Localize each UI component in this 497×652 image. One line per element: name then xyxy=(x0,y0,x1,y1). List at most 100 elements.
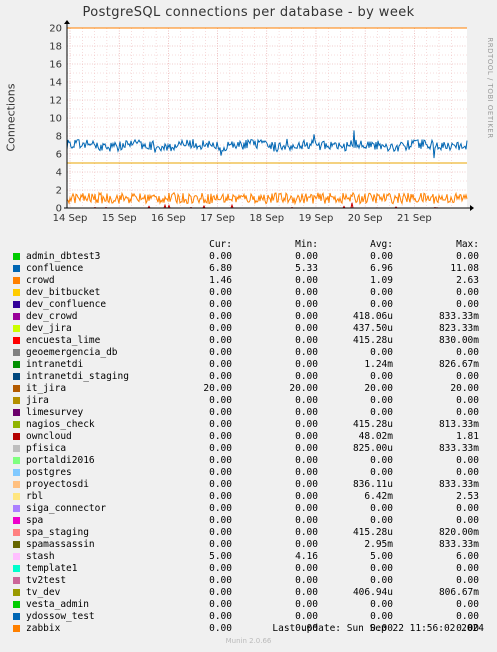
y-tick-label: 12 xyxy=(49,96,62,107)
legend-item: spa 0.00 0.00 0.00 0.00 xyxy=(13,515,488,527)
legend-avg: 2.95m xyxy=(364,539,393,550)
legend-cur: 0.00 xyxy=(209,539,232,550)
legend-min: 0.00 xyxy=(295,491,318,502)
legend-avg: 5.00 xyxy=(370,551,393,562)
legend-cur: 0.00 xyxy=(209,575,232,586)
y-tick-label: 18 xyxy=(49,42,62,53)
legend-cur: 0.00 xyxy=(209,335,232,346)
legend-swatch xyxy=(13,493,20,500)
legend-cur: 0.00 xyxy=(209,467,232,478)
legend-item: owncloud 0.00 0.00 48.02m 1.81 xyxy=(13,431,488,443)
legend-cur: 0.00 xyxy=(209,287,232,298)
legend-max: 833.33m xyxy=(438,539,479,550)
legend-cur: 0.00 xyxy=(209,623,232,634)
legend-cur: 6.80 xyxy=(209,263,232,274)
legend-min: 0.00 xyxy=(295,503,318,514)
legend-min: 0.00 xyxy=(295,527,318,538)
legend-cur: 0.00 xyxy=(209,443,232,454)
legend-cur: 0.00 xyxy=(209,479,232,490)
chart-area: 02468101214161820 14 Sep 15 Sep 16 Sep 17 S… xyxy=(49,20,474,224)
legend-item: jira 0.00 0.00 0.00 0.00 xyxy=(13,395,488,407)
legend-avg: 20.00 xyxy=(364,383,393,394)
legend-min: 0.00 xyxy=(295,323,318,334)
legend-max: 823.33m xyxy=(438,323,479,334)
legend-rows: admin_dbtest3 0.00 0.00 0.00 0.00 confluence 6… xyxy=(13,251,488,635)
legend-swatch xyxy=(13,265,20,272)
legend-max: 0.00 xyxy=(456,371,479,382)
legend-item: intranetdi 0.00 0.00 1.24m 826.67m xyxy=(13,359,488,371)
legend-name: tv2test xyxy=(26,575,67,586)
x-tick-label: 16 Sep xyxy=(151,213,186,224)
legend-avg: 0.00 xyxy=(370,455,393,466)
legend-item: dev_bitbucket 0.00 0.00 0.00 0.00 xyxy=(13,287,488,299)
legend-avg: 0.00 xyxy=(370,395,393,406)
legend-max: 830.00m xyxy=(438,335,479,346)
legend-avg: 836.11u xyxy=(352,479,393,490)
x-tick-label: 15 Sep xyxy=(102,213,137,224)
legend-max: 833.33m xyxy=(438,311,479,322)
legend-max: 6.00 xyxy=(456,551,479,562)
legend-name: zabbix xyxy=(26,623,61,634)
legend-min: 0.00 xyxy=(295,539,318,550)
x-tick-label: 17 Sep xyxy=(200,213,235,224)
legend-item: template1 0.00 0.00 0.00 0.00 xyxy=(13,563,488,575)
legend-cur: 0.00 xyxy=(209,599,232,610)
legend-header: Cur: Min: Avg: Max: xyxy=(13,239,488,251)
y-tick-label: 20 xyxy=(49,24,62,35)
legend-swatch xyxy=(13,325,20,332)
legend-avg: 415.28u xyxy=(352,527,393,538)
legend-swatch xyxy=(13,349,20,356)
legend-avg: 0.00 xyxy=(370,575,393,586)
y-tick-labels: 02468101214161820 xyxy=(49,24,62,215)
legend-cur: 0.00 xyxy=(209,323,232,334)
legend-min: 0.00 xyxy=(295,275,318,286)
legend-swatch xyxy=(13,625,20,632)
legend-item: rbl 0.00 0.00 6.42m 2.53 xyxy=(13,491,488,503)
legend-min: 0.00 xyxy=(295,587,318,598)
legend: Cur: Min: Avg: Max: admin_dbtest3 0.00 0.0… xyxy=(13,239,488,635)
legend-cur: 0.00 xyxy=(209,395,232,406)
legend-swatch xyxy=(13,301,20,308)
legend-min: 0.00 xyxy=(295,287,318,298)
legend-cur: 0.00 xyxy=(209,431,232,442)
legend-max: 833.33m xyxy=(438,443,479,454)
legend-cur: 0.00 xyxy=(209,251,232,262)
legend-swatch xyxy=(13,457,20,464)
legend-item: spa_staging 0.00 0.00 415.28u 820.00m xyxy=(13,527,488,539)
legend-name: stash xyxy=(26,551,55,562)
legend-avg: 0.00 xyxy=(370,611,393,622)
legend-name: intranetdi xyxy=(26,359,84,370)
x-tick-label: 14 Sep xyxy=(53,213,88,224)
legend-swatch xyxy=(13,373,20,380)
legend-min: 0.00 xyxy=(295,443,318,454)
legend-item: spamassassin 0.00 0.00 2.95m 833.33m xyxy=(13,539,488,551)
legend-min: 0.00 xyxy=(295,599,318,610)
legend-swatch xyxy=(13,517,20,524)
legend-min: 0.00 xyxy=(295,251,318,262)
legend-max: 0.00 xyxy=(456,287,479,298)
legend-swatch xyxy=(13,409,20,416)
legend-name: dev_confluence xyxy=(26,299,107,310)
legend-min: 0.00 xyxy=(295,419,318,430)
legend-item: portaldi2016 0.00 0.00 0.00 0.00 xyxy=(13,455,488,467)
legend-item: limesurvey 0.00 0.00 0.00 0.00 xyxy=(13,407,488,419)
y-tick-label: 2 xyxy=(56,186,62,197)
y-tick-label: 8 xyxy=(56,132,62,143)
legend-max: 0.00 xyxy=(456,467,479,478)
legend-swatch xyxy=(13,481,20,488)
legend-cur: 0.00 xyxy=(209,419,232,430)
legend-name: dev_crowd xyxy=(26,311,78,322)
legend-item: nagios_check 0.00 0.00 415.28u 813.33m xyxy=(13,419,488,431)
legend-max: 0.00 xyxy=(456,599,479,610)
legend-item: encuesta_lime 0.00 0.00 415.28u 830.00m xyxy=(13,335,488,347)
x-tick-labels: 14 Sep 15 Sep 16 Sep 17 Sep 18 Sep 19 Sep 20 S… xyxy=(53,213,432,224)
legend-name: confluence xyxy=(26,263,84,274)
legend-item: it_jira 20.00 20.00 20.00 20.00 xyxy=(13,383,488,395)
legend-name: encuesta_lime xyxy=(26,335,101,346)
legend-avg: 415.28u xyxy=(352,419,393,430)
legend-avg: 437.50u xyxy=(352,323,393,334)
legend-item: stash 5.00 4.16 5.00 6.00 xyxy=(13,551,488,563)
legend-max: 1.81 xyxy=(456,431,479,442)
legend-item: siga_connector 0.00 0.00 0.00 0.00 xyxy=(13,503,488,515)
legend-name: jira xyxy=(26,395,49,406)
